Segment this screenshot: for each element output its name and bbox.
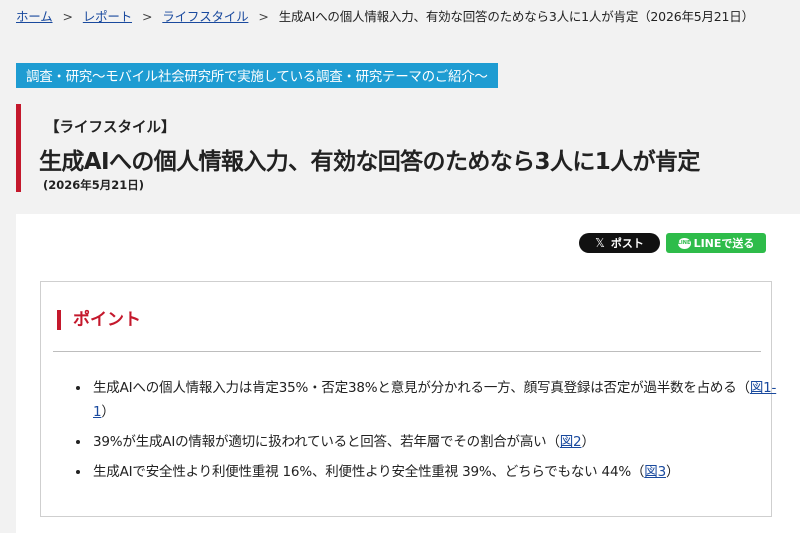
breadcrumb-separator: > <box>62 9 73 24</box>
point-close-paren: ） <box>101 404 115 420</box>
line-logo-icon: LINE <box>677 237 691 249</box>
breadcrumb-home-link[interactable]: ホーム <box>16 9 53 24</box>
point-close-paren: ） <box>665 464 680 480</box>
figure-link-3[interactable]: 図3 <box>644 464 666 480</box>
page-title: 生成AIへの個人情報入力、有効な回答のためなら3人に1人が肯定 <box>39 149 700 175</box>
x-post-label: ポスト <box>610 237 644 250</box>
point-text: 39%が生成AIの情報が適切に扱われていると回答、若年層でその割合が高い（ <box>93 434 560 450</box>
point-text: 生成AIへの個人情報入力は肯定35%・否定38%と意見が分かれる一方、顔写真登録… <box>93 380 750 396</box>
breadcrumb-report-link[interactable]: レポート <box>83 9 132 24</box>
point-box: ポイント 生成AIへの個人情報入力は肯定35%・否定38%と意見が分かれる一方、… <box>40 281 776 517</box>
section-banner[interactable]: 調査・研究～モバイル社会研究所で実施している調査・研究テーマのご紹介～ <box>16 63 498 88</box>
breadcrumb-lifestyle-link[interactable]: ライフスタイル <box>162 9 248 24</box>
line-share-label: LINEで送る <box>693 237 755 250</box>
list-item: 生成AIで安全性より利便性重視 16%、利便性より安全性重視 39%、どちらでも… <box>91 460 781 484</box>
breadcrumb-separator: > <box>142 9 153 24</box>
point-close-paren: ） <box>581 434 595 450</box>
point-list: 生成AIへの個人情報入力は肯定35%・否定38%と意見が分かれる一方、顔写真登録… <box>73 376 781 490</box>
point-text: 生成AIで安全性より利便性重視 16%、利便性より安全性重視 39%、どちらでも… <box>93 464 645 480</box>
article-body: 𝕏 ポスト LINE LINEで送る ポイント 生成AIへの個人情報入力は肯定3… <box>16 214 800 533</box>
figure-link-2[interactable]: 図2 <box>560 434 582 450</box>
line-share-button[interactable]: LINE LINEで送る <box>666 233 766 253</box>
breadcrumb: ホーム > レポート > ライフスタイル > 生成AIへの個人情報入力、有効な回答のためなら… <box>16 6 754 25</box>
article-date: (2026年5月21日) <box>43 178 145 192</box>
point-heading: ポイント <box>57 310 141 330</box>
breadcrumb-separator: > <box>258 9 269 24</box>
article-header: 【ライフスタイル】 生成AIへの個人情報入力、有効な回答のためなら3人に1人が肯… <box>16 104 800 192</box>
article-category: 【ライフスタイル】 <box>45 120 176 136</box>
list-item: 39%が生成AIの情報が適切に扱われていると回答、若年層でその割合が高い（図2） <box>91 430 781 454</box>
breadcrumb-current: 生成AIへの個人情報入力、有効な回答のためなら3人に1人が肯定（2026年5月2… <box>278 9 754 24</box>
list-item: 生成AIへの個人情報入力は肯定35%・否定38%と意見が分かれる一方、顔写真登録… <box>91 376 781 424</box>
x-post-button[interactable]: 𝕏 ポスト <box>579 233 660 253</box>
divider <box>53 351 761 352</box>
x-logo-icon: 𝕏 <box>595 236 605 250</box>
